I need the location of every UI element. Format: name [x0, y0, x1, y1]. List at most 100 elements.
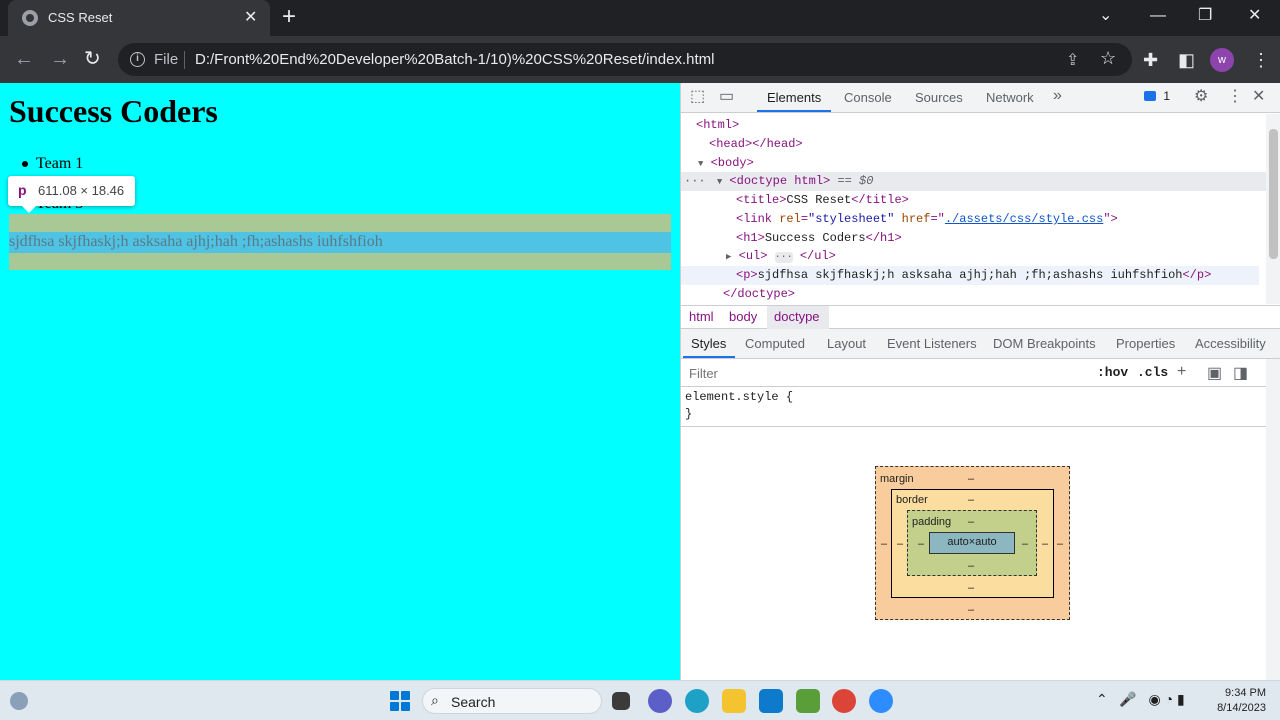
- share-icon[interactable]: ⇪: [1066, 50, 1079, 70]
- info-icon[interactable]: i: [130, 52, 145, 67]
- url-text[interactable]: D:/Front%20End%20Developer%20Batch-1/10)…: [195, 51, 714, 68]
- styles-filter-input[interactable]: [685, 362, 1085, 384]
- margin-right-value[interactable]: –: [1057, 538, 1063, 550]
- tab-accessibility[interactable]: Accessibility: [1195, 336, 1266, 351]
- window-close-button[interactable]: ✕: [1248, 6, 1261, 26]
- tab-styles[interactable]: Styles: [691, 336, 726, 351]
- profile-avatar[interactable]: w: [1210, 48, 1234, 72]
- file-explorer-icon[interactable]: [722, 689, 746, 713]
- padding-top-value[interactable]: –: [968, 516, 974, 528]
- settings-gear-icon[interactable]: ⚙: [1194, 88, 1208, 106]
- tab-network[interactable]: Network: [986, 90, 1034, 105]
- address-bar[interactable]: i File D:/Front%20End%20Developer%20Batc…: [118, 43, 1132, 76]
- clock-time[interactable]: 9:34 PM: [1224, 687, 1266, 699]
- margin-top-value[interactable]: –: [968, 473, 974, 485]
- device-toolbar-icon[interactable]: ▭: [719, 88, 734, 106]
- edge-browser-icon[interactable]: [685, 689, 709, 713]
- breadcrumb-body[interactable]: body: [729, 309, 757, 324]
- element-style-rule[interactable]: element.style { }: [685, 389, 793, 423]
- widgets-icon[interactable]: [10, 692, 28, 710]
- clock-date[interactable]: 8/14/2023: [1214, 702, 1266, 714]
- dom-tree: <html> <head></head> ▼ <body> ··· ▼ <doc…: [681, 114, 1266, 304]
- dom-node-body[interactable]: ▼ <body>: [698, 154, 754, 173]
- collapse-triangle-icon[interactable]: ▶: [726, 252, 731, 262]
- taskbar: ⌕ Search ⌃ 🎤 ◉ ◔ ▮ 9:34 PM 8/14/2023: [0, 680, 1280, 720]
- paint-brush-icon[interactable]: ▣: [1207, 363, 1222, 383]
- new-tab-button[interactable]: +: [282, 5, 296, 29]
- dom-node-p[interactable]: <p>sjdfhsa skjfhaskj;h asksaha ajhj;hah …: [736, 266, 1211, 285]
- dom-node-html[interactable]: <html>: [696, 116, 739, 135]
- dom-node-head[interactable]: <head></head>: [709, 135, 803, 154]
- taskbar-search[interactable]: ⌕ Search: [422, 688, 602, 714]
- tab-event-listeners[interactable]: Event Listeners: [887, 336, 977, 351]
- task-view-icon[interactable]: [612, 692, 630, 710]
- tab-sources[interactable]: Sources: [915, 90, 963, 105]
- minimize-button[interactable]: —: [1150, 6, 1166, 26]
- dom-node-doctype[interactable]: ··· ▼ <doctype html> == $0: [684, 172, 873, 191]
- more-tabs-icon[interactable]: »: [1053, 87, 1062, 105]
- breadcrumb-doctype[interactable]: doctype: [774, 309, 820, 324]
- stylesheet-link[interactable]: ./assets/css/style.css: [945, 212, 1103, 226]
- inspect-element-icon[interactable]: ⬚: [690, 88, 705, 106]
- extensions-puzzle-icon[interactable]: ✚: [1143, 50, 1158, 70]
- border-top-value[interactable]: –: [968, 494, 974, 506]
- toggle-sidebar-icon[interactable]: ◨: [1233, 363, 1248, 383]
- hov-toggle[interactable]: :hov: [1097, 365, 1128, 380]
- vscode-icon[interactable]: [759, 689, 783, 713]
- ul-ellipsis[interactable]: ···: [774, 252, 793, 263]
- tab-layout[interactable]: Layout: [827, 336, 866, 351]
- padding-bottom-value[interactable]: –: [968, 560, 974, 572]
- styles-scrollbar[interactable]: [1266, 359, 1280, 680]
- bookmark-star-icon[interactable]: ☆: [1100, 48, 1116, 69]
- dom-node-title[interactable]: <title>CSS Reset</title>: [736, 191, 909, 210]
- notepad-plus-plus-icon[interactable]: [796, 689, 820, 713]
- cls-toggle[interactable]: .cls: [1137, 365, 1168, 380]
- tab-dom-breakpoints[interactable]: DOM Breakpoints: [993, 336, 1096, 351]
- tab-console[interactable]: Console: [844, 90, 892, 105]
- tab-close-icon[interactable]: ✕: [244, 8, 257, 28]
- side-panel-icon[interactable]: ◧: [1178, 50, 1195, 70]
- devtools-close-icon[interactable]: ✕: [1252, 88, 1265, 106]
- tab-strip: CSS Reset ✕ + ⌄ — ❐ ✕: [0, 0, 1280, 36]
- expand-triangle-icon[interactable]: ▼: [698, 159, 703, 169]
- dom-node-h1[interactable]: <h1>Success Coders</h1>: [736, 229, 902, 248]
- devtools-menu-icon[interactable]: ⋮: [1227, 88, 1243, 106]
- start-windows-icon[interactable]: [390, 691, 410, 711]
- dom-node-ul[interactable]: ▶ <ul> ··· </ul>: [726, 247, 836, 266]
- back-arrow-icon[interactable]: ←: [14, 48, 34, 70]
- margin-bottom-value[interactable]: –: [968, 604, 974, 616]
- tab-elements[interactable]: Elements: [767, 90, 821, 105]
- tab-search-icon[interactable]: ⌄: [1099, 6, 1112, 26]
- issues-badge[interactable]: 1: [1144, 89, 1170, 107]
- zoom-app-icon[interactable]: [869, 689, 893, 713]
- restore-button[interactable]: ❐: [1198, 6, 1212, 26]
- new-style-rule-icon[interactable]: +: [1177, 363, 1186, 381]
- node-menu-icon[interactable]: ···: [684, 174, 706, 188]
- inspect-tooltip: p 611.08 × 18.46: [8, 176, 135, 213]
- expand-triangle-icon[interactable]: ▼: [717, 177, 722, 187]
- browser-tab[interactable]: CSS Reset ✕: [8, 0, 270, 36]
- browser-toolbar: ← → ↻ i File D:/Front%20End%20Developer%…: [0, 36, 1280, 83]
- tab-computed[interactable]: Computed: [745, 336, 805, 351]
- reload-icon[interactable]: ↻: [84, 48, 101, 70]
- forward-arrow-icon[interactable]: →: [50, 48, 70, 70]
- box-model-content[interactable]: auto×auto: [929, 532, 1015, 554]
- border-right-value[interactable]: –: [1042, 538, 1048, 550]
- border-bottom-value[interactable]: –: [968, 582, 974, 594]
- border-left-value[interactable]: –: [897, 538, 903, 550]
- padding-left-value[interactable]: –: [918, 538, 924, 550]
- dom-node-link[interactable]: <link rel="stylesheet" href="./assets/cs…: [736, 210, 1118, 229]
- dom-node-doctype-close[interactable]: </doctype>: [723, 285, 795, 304]
- dom-scrollbar-thumb[interactable]: [1269, 129, 1278, 259]
- tab-properties[interactable]: Properties: [1116, 336, 1175, 351]
- padding-right-value[interactable]: –: [1022, 538, 1028, 550]
- menu-kebab-icon[interactable]: ⋮: [1252, 50, 1270, 70]
- globe-icon: [22, 10, 38, 26]
- system-tray[interactable]: ⌃ 🎤 ◉ ◔ ▮: [1096, 691, 1185, 708]
- tag-p-open: <p>: [736, 268, 758, 282]
- dom-scrollbar[interactable]: [1266, 114, 1280, 304]
- margin-left-value[interactable]: –: [881, 538, 887, 550]
- breadcrumb-html[interactable]: html: [689, 309, 714, 324]
- chat-app-icon[interactable]: [648, 689, 672, 713]
- chrome-icon[interactable]: [832, 689, 856, 713]
